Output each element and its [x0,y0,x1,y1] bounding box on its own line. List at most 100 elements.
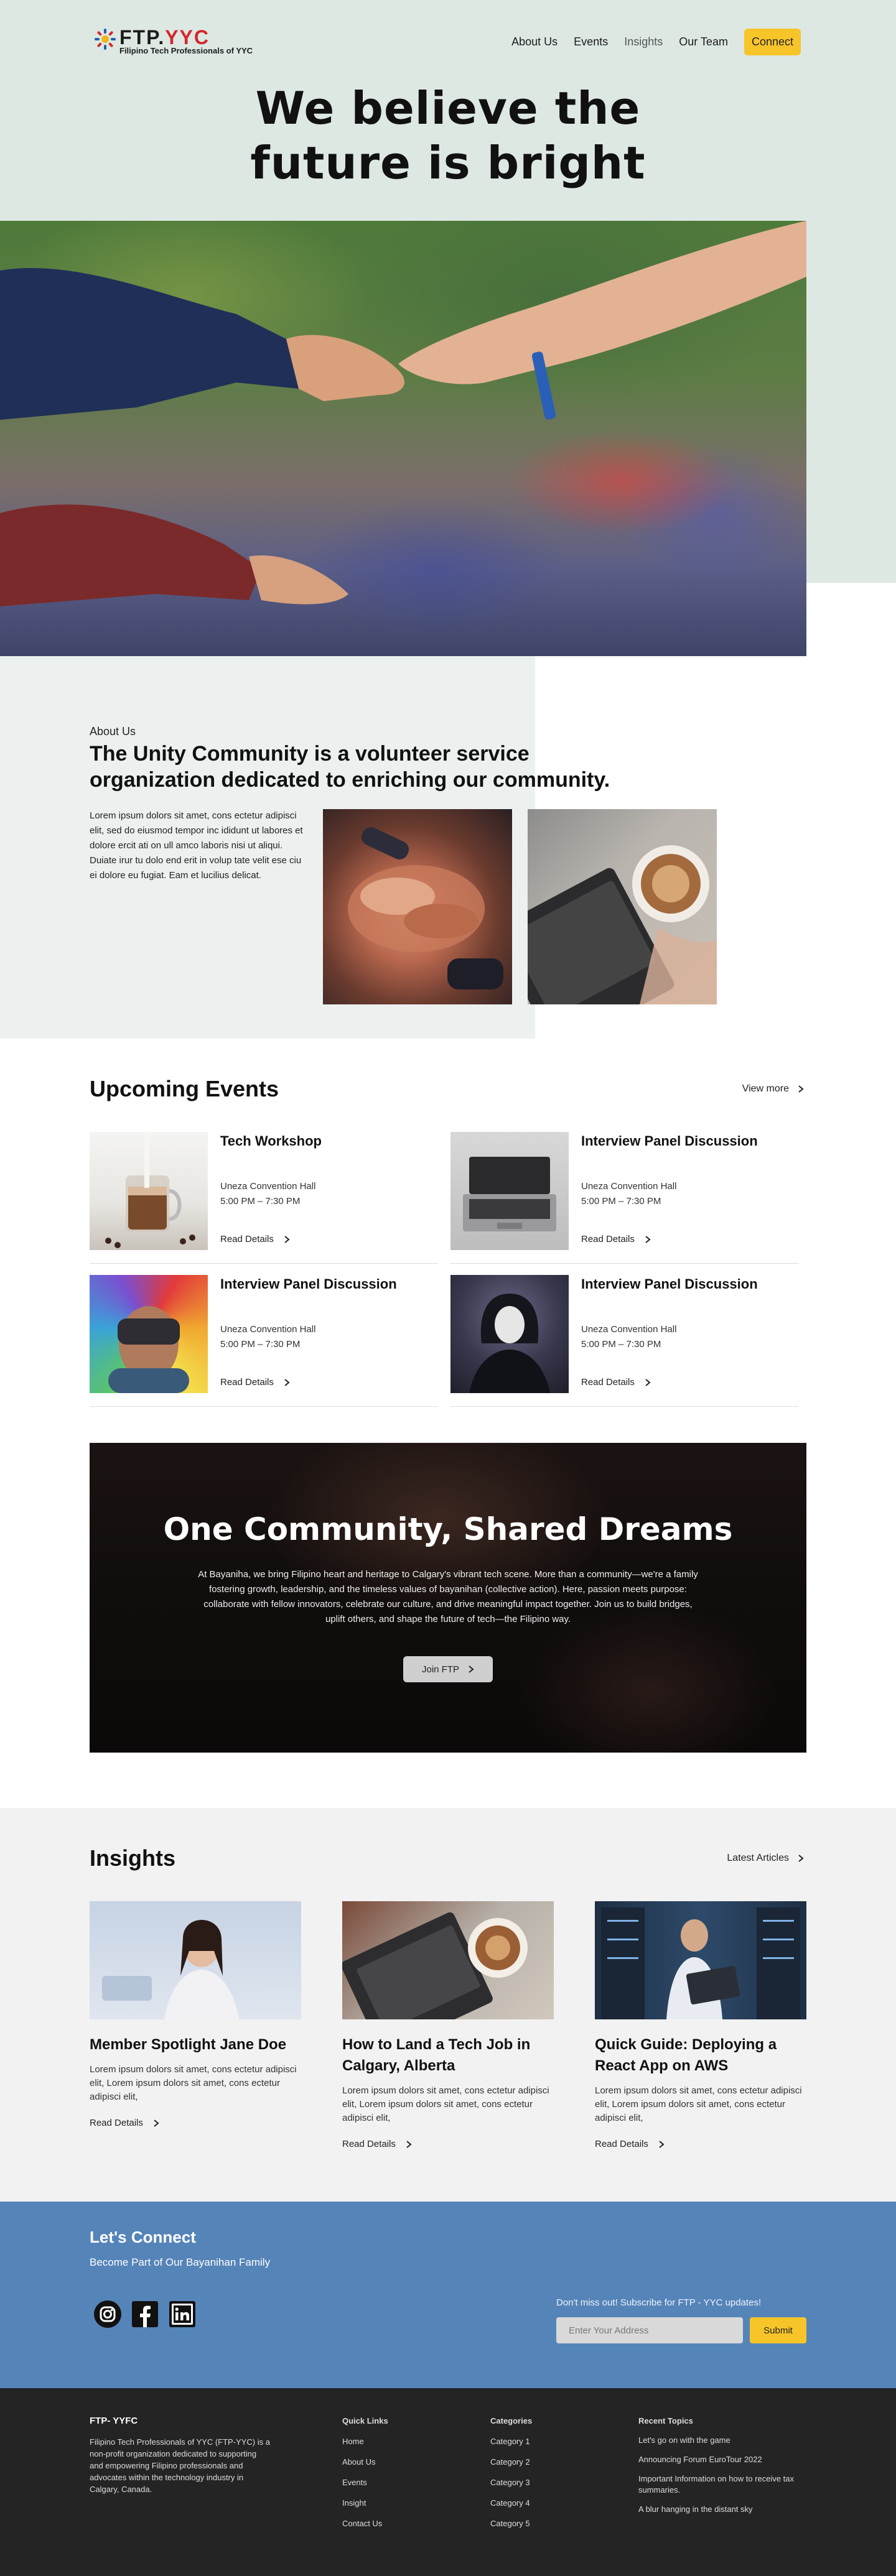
footer-category-link[interactable]: Category 5 [490,2518,532,2529]
chevron-right-icon [798,1085,804,1093]
read-details-label: Read Details [595,2139,648,2149]
masked-figure-illustration [469,1294,550,1393]
chevron-right-icon [645,1378,651,1386]
insight-card[interactable]: Quick Guide: Deploying a React App on AW… [595,1901,806,2149]
join-ftp-label: Join FTP [421,1664,459,1675]
footer-category-link[interactable]: Category 4 [490,2498,532,2508]
read-details-label: Read Details [90,2118,143,2128]
banner-title: One Community, Shared Dreams [163,1511,733,1547]
woman-portrait-illustration [102,1920,239,2019]
about-text: Lorem ipsum dolors sit amet, cons ectetu… [90,810,303,881]
hero-handshake-image [0,221,806,656]
submit-button[interactable]: Submit [750,2317,806,2343]
event-time: 5:00 PM – 7:30 PM [220,1196,301,1207]
insight-image-laptop [342,1901,554,2019]
about-section: About Us The Unity Community is a volunt… [0,656,896,1039]
nav-our-team[interactable]: Our Team [679,35,728,49]
community-banner: One Community, Shared Dreams At Bayaniha… [90,1443,806,1753]
connect-button[interactable]: Connect [744,29,801,55]
insight-card[interactable]: How to Land a Tech Job in Calgary, Alber… [342,1901,554,2149]
logo-wordmark: FTP.YYC [119,26,210,49]
view-more-link[interactable]: View more [742,1083,804,1095]
connect-title: Let's Connect [90,2228,196,2246]
stacked-hands-image [323,809,512,1004]
hero-hands-illustration [0,221,806,606]
read-details-link[interactable]: Read Details [220,1234,290,1244]
main-nav: About Us Events Insights Our Team Connec… [511,29,801,55]
events-section: Upcoming Events View more Tech Workshop … [0,1039,896,1443]
event-venue: Uneza Convention Hall [581,1181,677,1192]
footer-link-contact-us[interactable]: Contact Us [342,2518,388,2529]
event-time: 5:00 PM – 7:30 PM [581,1196,661,1207]
event-card[interactable]: Tech Workshop Uneza Convention Hall 5:00… [90,1132,438,1264]
linkedin-link[interactable] [168,2300,197,2328]
event-venue: Uneza Convention Hall [220,1181,316,1192]
facebook-link[interactable] [131,2300,159,2328]
subscribe-email-input[interactable] [556,2317,743,2343]
laptop-coffee-image [528,809,717,1004]
hero-title-line-2: future is bright [250,137,646,189]
hero-section: FTP.YYC Filipino Tech Professionals of Y… [0,0,896,656]
event-thumbnail-hacker [450,1275,569,1393]
read-details-label: Read Details [581,1234,635,1244]
event-card[interactable]: Interview Panel Discussion Uneza Convent… [450,1132,799,1264]
nav-events[interactable]: Events [574,35,608,49]
insights-section: Insights Latest Articles Member Spotligh… [0,1808,896,2202]
footer-topic-link[interactable]: Announcing Forum EuroTour 2022 [638,2454,813,2465]
event-card[interactable]: Interview Panel Discussion Uneza Convent… [450,1275,799,1407]
read-details-label: Read Details [581,1377,635,1388]
nav-insights[interactable]: Insights [624,35,663,49]
join-ftp-button[interactable]: Join FTP [403,1656,493,1682]
subscribe-label: Don't miss out! Subscribe for FTP - YYC … [556,2297,762,2308]
site-logo[interactable]: FTP.YYC Filipino Tech Professionals of Y… [93,26,255,58]
insight-image-spotlight [90,1901,301,2019]
about-title: The Unity Community is a volunteer servi… [90,742,610,792]
footer-link-insight[interactable]: Insight [342,2498,388,2508]
event-title: Tech Workshop [220,1133,322,1149]
footer-category-link[interactable]: Category 2 [490,2457,532,2467]
coffee-cup-illustration [105,1132,195,1248]
read-details-link[interactable]: Read Details [90,2118,301,2128]
footer-topic-link[interactable]: Let's go on with the game [638,2435,813,2446]
footer-topic-link[interactable]: Important Information on how to receive … [638,2473,813,2496]
hero-title-line-1: We believe the [255,82,641,134]
footer-about-title: FTP- YYFC [90,2416,138,2426]
chevron-right-icon [154,2119,159,2127]
footer-about-text: Filipino Tech Professionals of YYC (FTP-… [90,2437,270,2494]
chevron-right-icon [645,1235,651,1243]
footer-link-events[interactable]: Events [342,2477,388,2488]
read-details-link[interactable]: Read Details [342,2139,554,2149]
chevron-right-icon [798,1855,804,1862]
facebook-icon [132,2301,158,2327]
footer-category-link[interactable]: Category 1 [490,2436,532,2447]
footer-link-about-us[interactable]: About Us [342,2457,388,2467]
read-details-link[interactable]: Read Details [220,1377,290,1388]
server-room-illustration [601,1907,800,2019]
linkedin-icon [169,2301,195,2327]
event-title: Interview Panel Discussion [581,1276,758,1292]
footer-quick-links: Quick Links Home About Us Events Insight… [342,2416,388,2539]
read-details-link[interactable]: Read Details [581,1234,651,1244]
insight-card[interactable]: Member Spotlight Jane Doe Lorem ipsum do… [90,1901,301,2128]
site-header: FTP.YYC Filipino Tech Professionals of Y… [0,0,896,81]
latest-articles-link[interactable]: Latest Articles [727,1853,804,1864]
logo-sun-icon [95,29,116,50]
read-details-label: Read Details [220,1377,274,1388]
nav-about-us[interactable]: About Us [511,35,558,49]
chevron-right-icon [469,1666,474,1673]
event-card[interactable]: Interview Panel Discussion Uneza Convent… [90,1275,438,1407]
read-details-link[interactable]: Read Details [595,2139,806,2149]
event-time: 5:00 PM – 7:30 PM [581,1339,661,1350]
footer-category-link[interactable]: Category 3 [490,2477,532,2488]
footer-topic-link[interactable]: A blur hanging in the distant sky [638,2504,813,2515]
footer-quick-links-title: Quick Links [342,2416,388,2425]
read-details-link[interactable]: Read Details [581,1377,651,1388]
instagram-link[interactable] [93,2300,122,2328]
event-time: 5:00 PM – 7:30 PM [220,1339,301,1350]
footer-link-home[interactable]: Home [342,2436,388,2447]
footer-categories: Categories Category 1 Category 2 Categor… [490,2416,532,2539]
chevron-right-icon [659,2140,665,2148]
banner-text: At Bayaniha, we bring Filipino heart and… [198,1569,698,1624]
insight-image-server [595,1901,806,2019]
read-details-label: Read Details [342,2139,396,2149]
